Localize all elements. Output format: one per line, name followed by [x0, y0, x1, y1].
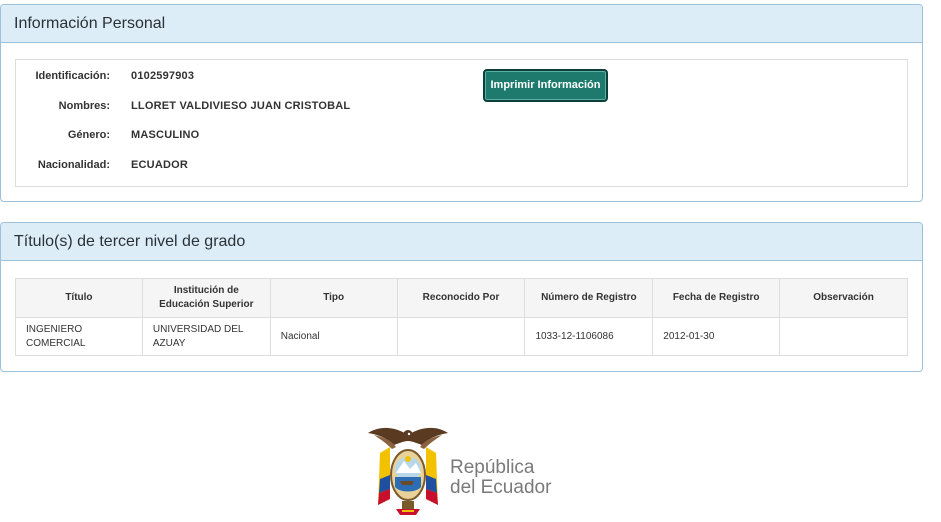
personal-info-panel: Información Personal Identificación: 010…	[0, 4, 923, 202]
column-header-tipo: Tipo	[269, 278, 398, 318]
table-row: INGENIERO COMERCIAL UNIVERSIDAD DEL AZUA…	[15, 317, 908, 356]
personal-info-box: Identificación: 0102597903 Nombres: LLOR…	[15, 59, 908, 187]
column-header-observacion: Observación	[779, 278, 908, 318]
republica-ecuador-text: República del Ecuador	[450, 458, 551, 498]
cell-numero-registro: 1033-12-1106086	[524, 317, 654, 356]
ecuador-coat-of-arms-icon	[368, 427, 448, 515]
logo-line-republica: República	[450, 457, 535, 478]
cell-fecha-registro: 2012-01-30	[652, 317, 781, 356]
cell-observacion	[779, 317, 908, 356]
column-header-fecha-registro: Fecha de Registro	[652, 278, 781, 318]
titles-heading: Título(s) de tercer nivel de grado	[1, 223, 922, 261]
print-info-button[interactable]: Imprimir Información	[483, 69, 608, 102]
titles-header-row: Título Institución de Educación Superior…	[15, 278, 908, 318]
cell-tipo: Nacional	[269, 317, 398, 356]
column-header-numero-registro: Número de Registro	[524, 278, 654, 318]
nombres-label: Nombres:	[58, 100, 110, 112]
column-header-reconocido-por: Reconocido Por	[396, 278, 526, 318]
personal-info-heading: Información Personal	[1, 5, 922, 43]
republica-ecuador-logo: República del Ecuador	[366, 423, 566, 518]
genero-value: MASCULINO	[131, 129, 200, 141]
nacionalidad-value: ECUADOR	[131, 159, 189, 171]
cell-institucion: UNIVERSIDAD DEL AZUAY	[141, 317, 271, 356]
cell-titulo: INGENIERO COMERCIAL	[15, 317, 143, 356]
column-header-institucion: Institución de Educación Superior	[141, 278, 271, 318]
nombres-value: LLORET VALDIVIESO JUAN CRISTOBAL	[131, 100, 351, 112]
nacionalidad-label: Nacionalidad:	[37, 159, 110, 171]
logo-line-del-ecuador: del Ecuador	[450, 477, 552, 498]
cell-reconocido-por	[396, 317, 526, 356]
identificacion-value: 0102597903	[131, 70, 195, 82]
identificacion-label: Identificación:	[35, 70, 110, 82]
titles-table: Título Institución de Educación Superior…	[15, 278, 908, 356]
titles-panel: Título(s) de tercer nivel de grado Títul…	[0, 222, 923, 372]
genero-label: Género:	[67, 129, 110, 141]
column-header-titulo: Título	[15, 278, 143, 318]
